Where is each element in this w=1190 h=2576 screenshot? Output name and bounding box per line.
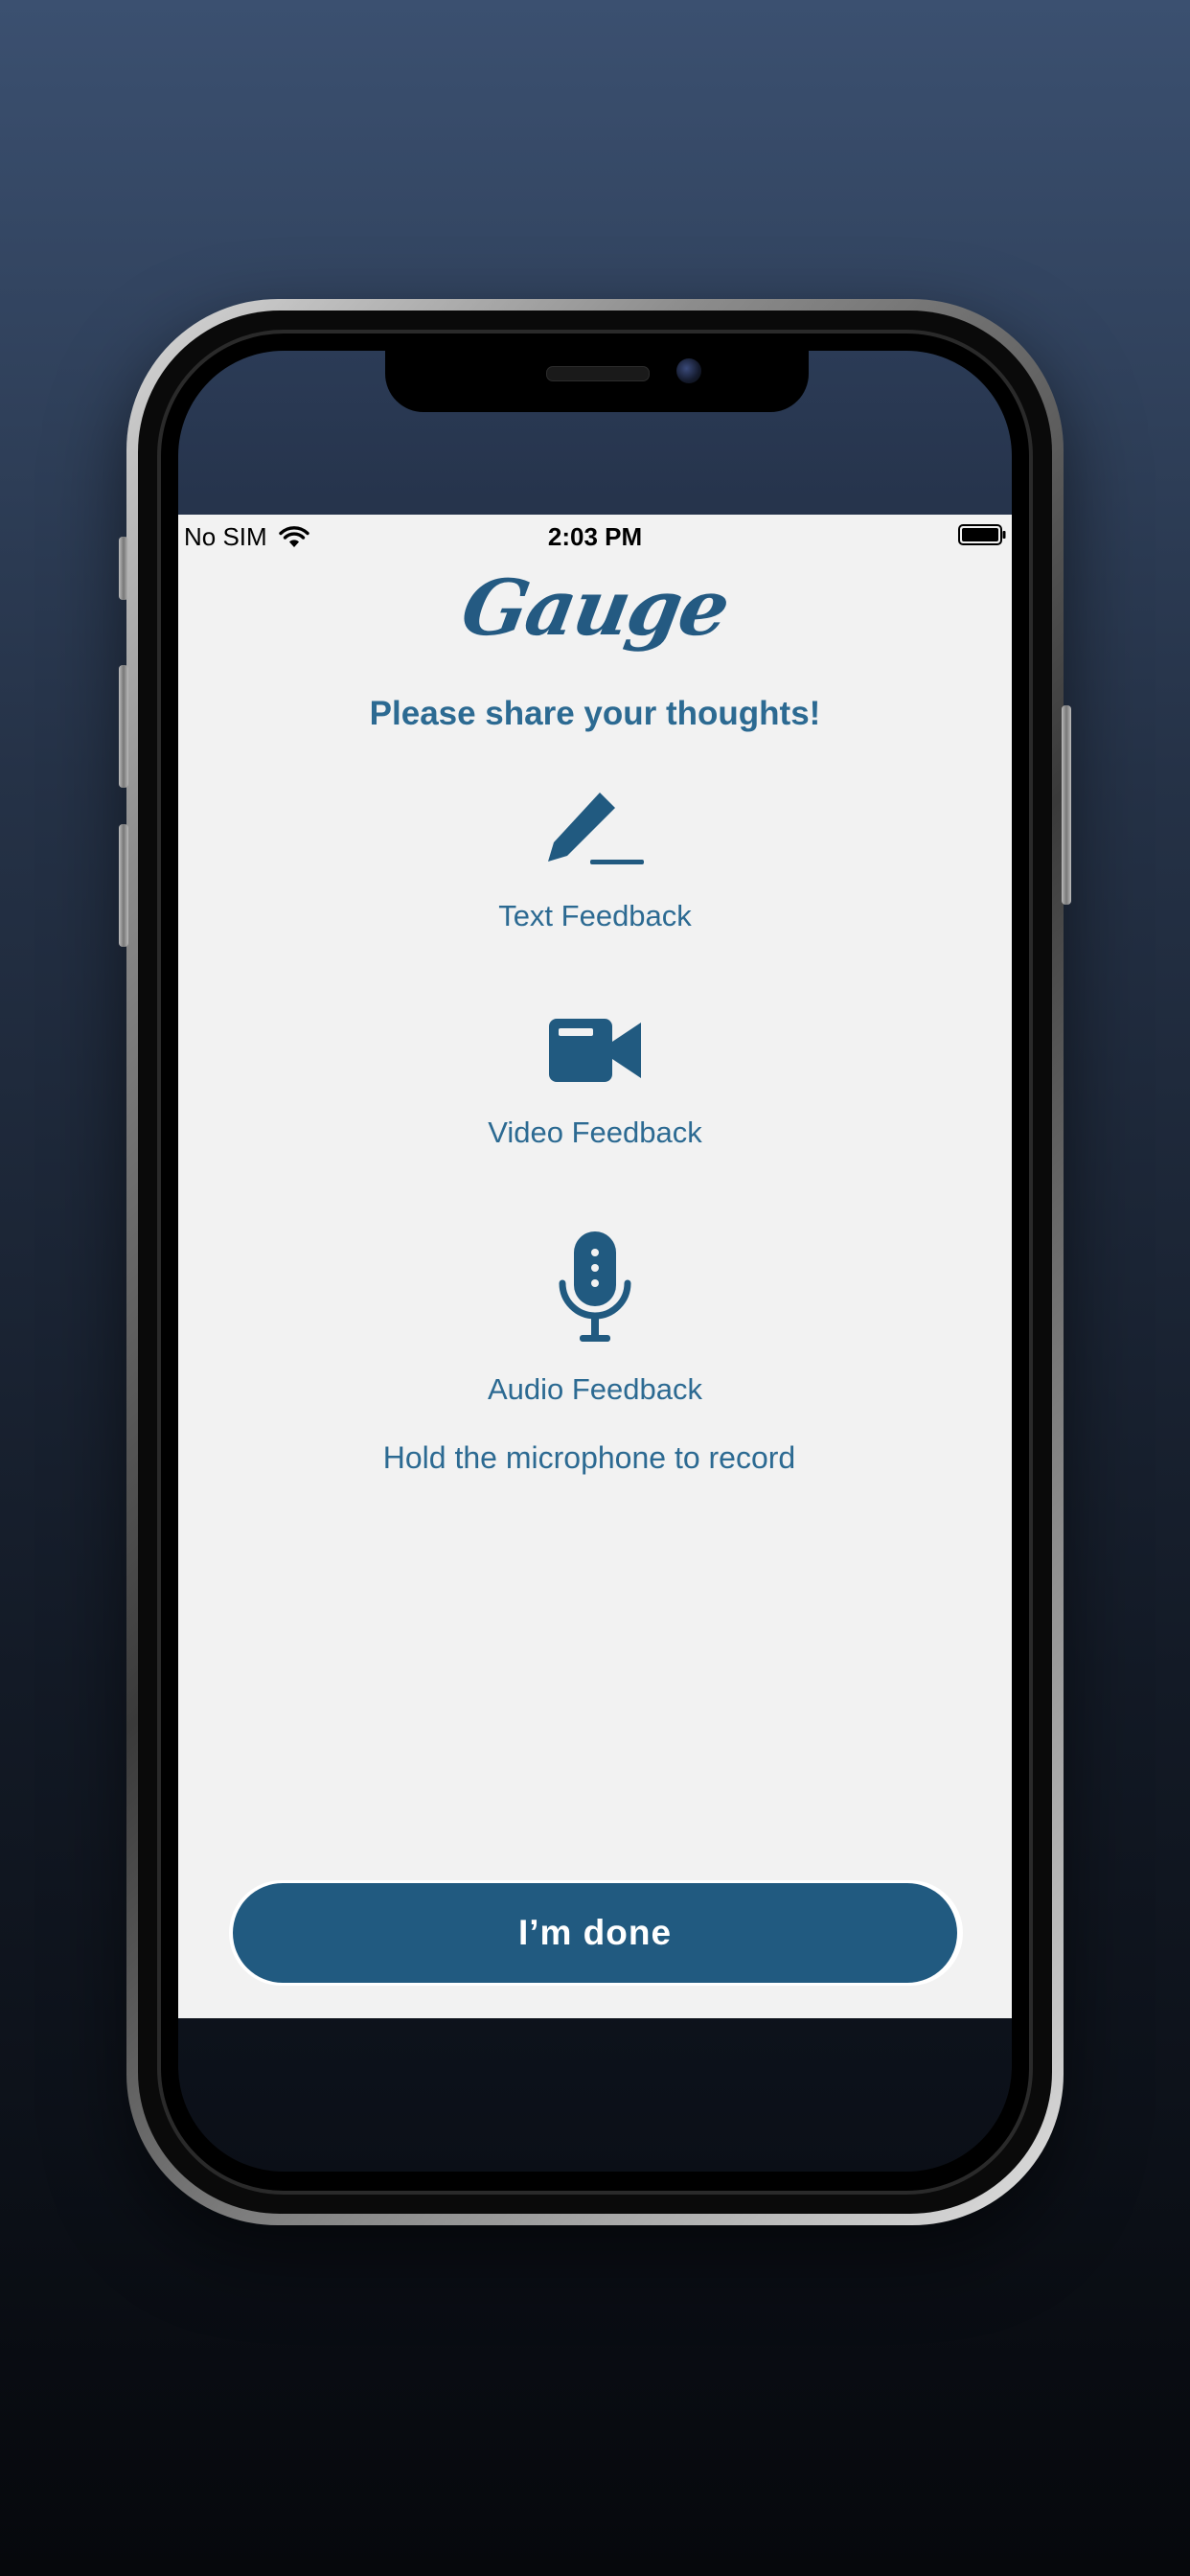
text-feedback-label: Text Feedback: [498, 899, 692, 932]
notch: [385, 351, 809, 412]
gauge-logo: Gauge: [455, 563, 735, 653]
video-feedback-label: Video Feedback: [488, 1116, 702, 1149]
silent-switch: [119, 537, 128, 600]
prompt-heading: Please share your thoughts!: [369, 695, 821, 732]
audio-feedback-option[interactable]: Audio Feedback: [178, 1231, 1012, 1407]
audio-feedback-label: Audio Feedback: [487, 1372, 703, 1406]
speaker-grille: [546, 366, 650, 381]
video-camera-icon: [178, 1017, 1012, 1089]
done-button[interactable]: I’m done: [233, 1883, 957, 1983]
app-view: No SIM 2:03 PM Gauge Please share your t…: [178, 515, 1012, 2018]
video-feedback-option[interactable]: Video Feedback: [178, 1017, 1012, 1150]
volume-up-button: [119, 665, 128, 788]
status-time: 2:03 PM: [547, 522, 643, 551]
power-button: [1062, 705, 1071, 905]
volume-down-button: [119, 824, 128, 947]
text-feedback-option[interactable]: Text Feedback: [178, 789, 1012, 933]
pencil-icon: [178, 789, 1012, 876]
microphone-icon: [178, 1231, 1012, 1347]
record-hint: Hold the microphone to record: [382, 1440, 796, 1475]
status-bar: No SIM 2:03 PM: [178, 515, 1012, 557]
battery-icon: [958, 524, 1006, 545]
done-button-container: I’m done: [229, 1880, 963, 1986]
front-camera: [676, 358, 701, 383]
